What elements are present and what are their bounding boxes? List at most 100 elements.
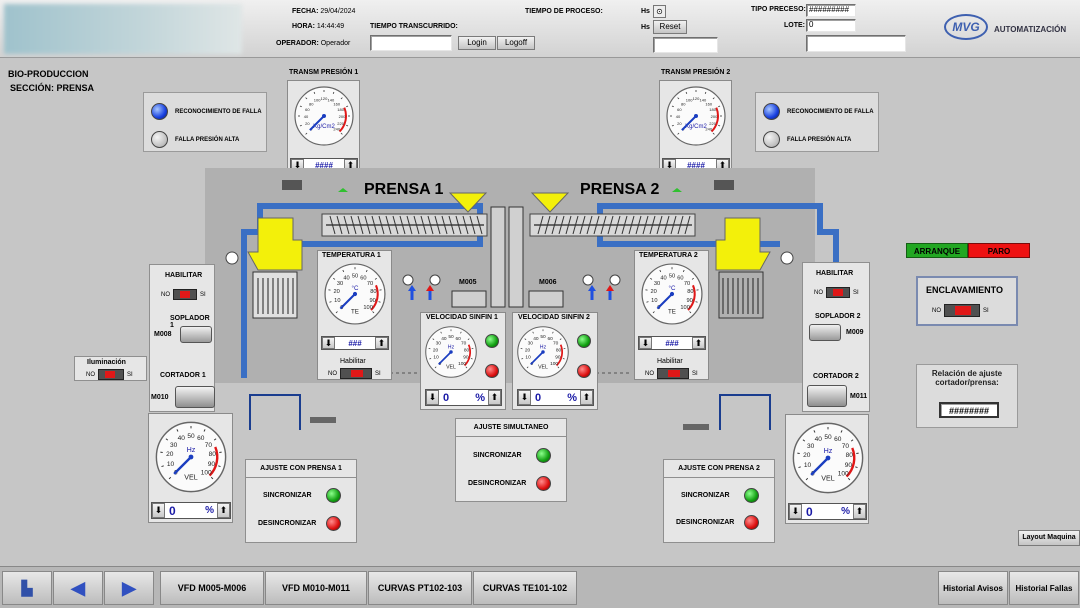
cortador1-motor-icon: [175, 386, 215, 408]
motor-m006-label: M006: [539, 279, 557, 286]
enclavamiento-label: ENCLAVAMIENTO: [926, 285, 1004, 295]
gauge-tick-label: 90: [208, 461, 216, 468]
habilitar-left-label: HABILITAR: [165, 272, 203, 279]
toggle-si-label: SI: [853, 289, 859, 296]
gauge-hub: [825, 455, 831, 461]
gauge-tick-label: 70: [205, 442, 213, 449]
tab-vfd-m005-m006[interactable]: VFD M005-M006: [160, 571, 264, 605]
motor-m005-label: M005: [459, 279, 477, 286]
vel-left-input[interactable]: ⬇ 0 % ⬆: [151, 502, 231, 519]
gauge-unit: °C: [669, 285, 676, 292]
temp1-input[interactable]: ⬇ ### ⬆: [321, 336, 389, 350]
gauge-unit: Hz: [540, 345, 547, 351]
gauge-tick-label: 40: [533, 336, 539, 342]
temp1-habilitar-toggle[interactable]: NO SI: [328, 368, 381, 379]
toggle-si-label: SI: [127, 371, 133, 378]
increment-arrow-icon[interactable]: ⬆: [217, 503, 230, 518]
decrement-arrow-icon[interactable]: ⬇: [322, 337, 335, 349]
gauge-tick-label: 70: [684, 281, 690, 287]
gauge-label: TE: [668, 309, 676, 316]
gauge-unit: Hz: [824, 447, 833, 455]
toggle-no-label: NO: [645, 370, 654, 377]
temp2-input[interactable]: ⬇ ### ⬆: [638, 336, 706, 350]
back-button[interactable]: ◀: [53, 571, 103, 605]
historial-fallas-button[interactable]: Historial Fallas: [1009, 571, 1079, 605]
sinfin1-input[interactable]: ⬇ 0 % ⬆: [425, 389, 502, 406]
tab-vfd-m010-m011[interactable]: VFD M010-M011: [265, 571, 367, 605]
gauge-tick-label: 20: [525, 347, 531, 353]
ajuste1-desync-button[interactable]: [326, 516, 341, 531]
gauge-tick-label: 80: [687, 289, 693, 295]
increment-arrow-icon[interactable]: ⬆: [692, 337, 705, 349]
decrement-arrow-icon[interactable]: ⬇: [639, 337, 652, 349]
decrement-arrow-icon[interactable]: ⬇: [518, 390, 531, 405]
ajuste-sim-desync-button[interactable]: [536, 476, 551, 491]
toggle-si-label: SI: [692, 370, 698, 377]
gauge-tick-label: 30: [654, 281, 660, 287]
gauge-label: VEL: [538, 365, 548, 371]
sinfin2-pct: %: [567, 391, 577, 404]
paro-button[interactable]: PARO: [968, 243, 1030, 258]
gauge-hub: [541, 350, 545, 354]
gauge-tick-label: 60: [677, 276, 683, 282]
enclavamiento-toggle[interactable]: NO SI: [932, 304, 989, 317]
layout-maquina-button[interactable]: Layout Maquina: [1018, 530, 1080, 546]
ajuste-sim-sync-button[interactable]: [536, 448, 551, 463]
sinfin2-input[interactable]: ⬇ 0 % ⬆: [517, 389, 594, 406]
arranque-button[interactable]: ARRANQUE: [906, 243, 968, 258]
footer-bar: ▙ ◀ ▶ VFD M005-M006 VFD M010-M011 CURVAS…: [0, 566, 1080, 608]
temp2-title: TEMPERATURA 2: [639, 252, 698, 259]
forward-button[interactable]: ▶: [104, 571, 154, 605]
gauge-tick-label: 20: [433, 347, 439, 353]
gauge-tick-label: 60: [834, 436, 842, 443]
gauge-hub: [188, 454, 194, 460]
tab-curvas-pt102-103[interactable]: CURVAS PT102-103: [368, 571, 472, 605]
gauge-label: VEL: [184, 474, 198, 482]
decrement-arrow-icon[interactable]: ⬇: [426, 390, 439, 405]
increment-arrow-icon[interactable]: ⬆: [375, 337, 388, 349]
temp1-title: TEMPERATURA 1: [322, 252, 381, 259]
temp1-habilitar-label: Habilitar: [340, 358, 366, 365]
toggle-no-label: NO: [932, 307, 941, 314]
gauge-tick-label: 60: [197, 435, 205, 442]
tab-curvas-te101-102[interactable]: CURVAS TE101-102: [473, 571, 577, 605]
habilitar-left-toggle[interactable]: NO SI: [161, 289, 206, 300]
vel-right-gauge: 0102030405060708090100HzVEL: [792, 422, 864, 494]
vel-left-gauge: 0102030405060708090100HzVEL: [155, 421, 227, 493]
toggle-no-label: NO: [161, 291, 170, 298]
ajuste1-panel: AJUSTE CON PRENSA 1 SINCRONIZAR DESINCRO…: [245, 459, 357, 543]
relacion-field[interactable]: ########: [939, 402, 999, 418]
gauge-tick-label: 30: [337, 281, 343, 287]
historial-avisos-button[interactable]: Historial Avisos: [938, 571, 1008, 605]
ajuste2-desync-button[interactable]: [744, 515, 759, 530]
gauge-tick-label: 40: [815, 436, 823, 443]
gauge-label: TE: [351, 309, 359, 316]
increment-arrow-icon[interactable]: ⬆: [488, 390, 501, 405]
toggle-no-label: NO: [328, 370, 337, 377]
relacion-panel: Relación de ajuste cortador/prensa: ####…: [916, 364, 1018, 428]
decrement-arrow-icon[interactable]: ⬇: [789, 504, 802, 519]
gauge-tick-label: 100: [458, 361, 466, 367]
gauge-tick-label: 100: [363, 305, 372, 311]
ajuste1-desync-label: DESINCRONIZAR: [258, 520, 317, 527]
increment-arrow-icon[interactable]: ⬆: [853, 504, 866, 519]
vel-right-value: 0: [806, 504, 813, 519]
toggle-no-label: NO: [814, 289, 823, 296]
gauge-hub: [352, 291, 358, 297]
temp2-habilitar-toggle[interactable]: NO SI: [645, 368, 698, 379]
gauge-tick-label: 10: [433, 355, 439, 361]
ajuste1-sync-button[interactable]: [326, 488, 341, 503]
sinfin2-title: VELOCIDAD SINFIN 2: [518, 314, 590, 321]
gauge-tick-label: 90: [687, 298, 693, 304]
gauge-tick-label: 80: [556, 347, 562, 353]
habilitar-right-toggle[interactable]: NO SI: [814, 287, 859, 298]
gauge-label: VEL: [821, 475, 835, 483]
home-button[interactable]: ▙: [2, 571, 52, 605]
vel-right-input[interactable]: ⬇ 0 % ⬆: [788, 503, 867, 520]
iluminacion-toggle[interactable]: NO SI: [86, 369, 133, 380]
ajuste2-sync-button[interactable]: [744, 488, 759, 503]
sinfin2-stop-indicator: [577, 364, 591, 378]
decrement-arrow-icon[interactable]: ⬇: [152, 503, 165, 518]
sinfin1-gauge: 010203040 50 60708090100HzVEL: [425, 326, 477, 378]
increment-arrow-icon[interactable]: ⬆: [580, 390, 593, 405]
